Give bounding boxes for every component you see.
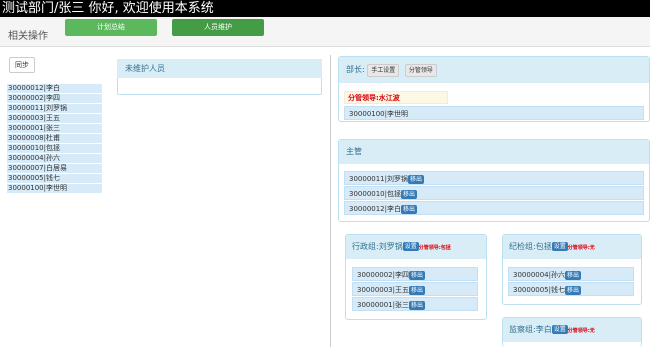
supervise-group-header: 监察组:李白 设置 分管领导:无 — [503, 318, 641, 342]
move-out-button[interactable]: 移出 — [565, 285, 582, 295]
move-out-button[interactable]: 移出 — [401, 189, 418, 199]
supervisor-title: 主管 — [339, 140, 649, 164]
table-row[interactable]: 30000003|王五 移出 — [352, 282, 478, 296]
table-row[interactable]: 30000005|钱七 移出 — [508, 282, 634, 296]
list-item[interactable]: 30000100|李世明 — [7, 184, 102, 194]
list-item[interactable]: 30000002|李四 — [7, 94, 102, 104]
supervise-group-panel: 监察组:李白 设置 分管领导:无 — [502, 317, 642, 347]
list-item[interactable]: 30000011|刘罗锅 — [7, 104, 102, 114]
manual-set-button[interactable]: 手工设置 — [367, 64, 400, 77]
move-out-button[interactable]: 移出 — [409, 285, 426, 295]
supervise-group-leader: 分管领导:无 — [567, 328, 595, 334]
member-label: 30000010|包拯 — [349, 190, 401, 198]
move-out-button[interactable]: 移出 — [409, 270, 426, 280]
list-item[interactable]: 30000005|钱七 — [7, 174, 102, 184]
member-label: 30000004|孙六 — [513, 271, 565, 279]
list-item[interactable]: 30000007|白居易 — [7, 164, 102, 174]
member-label: 30000011|刘罗锅 — [349, 175, 408, 183]
dept-member-row[interactable]: 30000100|李世明 — [344, 106, 644, 120]
column-divider — [330, 55, 331, 347]
list-item[interactable]: 30000010|包拯 — [7, 144, 102, 154]
top-header: 测试部门/张三 你好, 欢迎使用本系统 — [0, 0, 650, 17]
sync-button[interactable]: 同步 — [9, 57, 35, 73]
admin-group-header: 行政组:刘罗锅 设置 分管领导:包拯 — [346, 235, 486, 259]
member-label: 30000001|张三 — [357, 301, 409, 309]
table-row[interactable]: 30000010|包拯 移出 — [344, 186, 644, 200]
move-out-button[interactable]: 移出 — [565, 270, 582, 280]
list-item[interactable]: 30000012|李白 — [7, 84, 102, 94]
move-out-button[interactable]: 移出 — [408, 174, 425, 184]
table-row[interactable]: 30000001|张三 移出 — [352, 297, 478, 311]
move-out-button[interactable]: 移出 — [401, 204, 418, 214]
operations-label: 相关操作 — [8, 31, 48, 42]
member-label: 30000012|李白 — [349, 205, 401, 213]
list-item[interactable]: 30000003|王五 — [7, 114, 102, 124]
set-button[interactable]: 设置 — [402, 242, 419, 251]
move-out-button[interactable]: 移出 — [409, 300, 426, 310]
table-row[interactable]: 30000004|孙六 移出 — [508, 267, 634, 281]
plan-summary-button[interactable]: 计划总结 — [65, 19, 157, 36]
leader-label: 分管领导:水江波 — [344, 91, 448, 104]
table-row[interactable]: 30000002|李四 移出 — [352, 267, 478, 281]
table-row[interactable]: 30000011|刘罗锅 移出 — [344, 171, 644, 185]
list-item[interactable]: 30000008|杜甫 — [7, 134, 102, 144]
unmaintained-title: 未维护人员 — [117, 59, 322, 78]
discipline-group-title: 纪检组:包拯 — [509, 242, 552, 251]
leader-button[interactable]: 分管领导 — [404, 64, 437, 77]
discipline-group-header: 纪检组:包拯 设置 分管领导:无 — [503, 235, 641, 259]
discipline-group-leader: 分管领导:无 — [567, 245, 595, 251]
member-label: 30000003|王五 — [357, 286, 409, 294]
member-label: 30000005|钱七 — [513, 286, 565, 294]
list-item[interactable]: 30000001|张三 — [7, 124, 102, 134]
staff-maintenance-button[interactable]: 人员维护 — [172, 19, 264, 36]
admin-group-leader: 分管领导:包拯 — [418, 245, 451, 251]
dept-head-header: 部长: 手工设置 分管领导 — [339, 57, 649, 83]
set-button[interactable]: 设置 — [551, 242, 568, 251]
dept-head-label: 部长 — [346, 65, 362, 74]
table-row[interactable]: 30000012|李白 移出 — [344, 201, 644, 215]
employee-list: 30000012|李白 30000002|李四 30000011|刘罗锅 300… — [7, 84, 102, 194]
list-item[interactable]: 30000004|孙六 — [7, 154, 102, 164]
supervise-group-title: 监察组:李白 — [509, 325, 552, 334]
member-label: 30000002|李四 — [357, 271, 409, 279]
set-button[interactable]: 设置 — [551, 325, 568, 334]
admin-group-title: 行政组:刘罗锅 — [352, 242, 403, 251]
